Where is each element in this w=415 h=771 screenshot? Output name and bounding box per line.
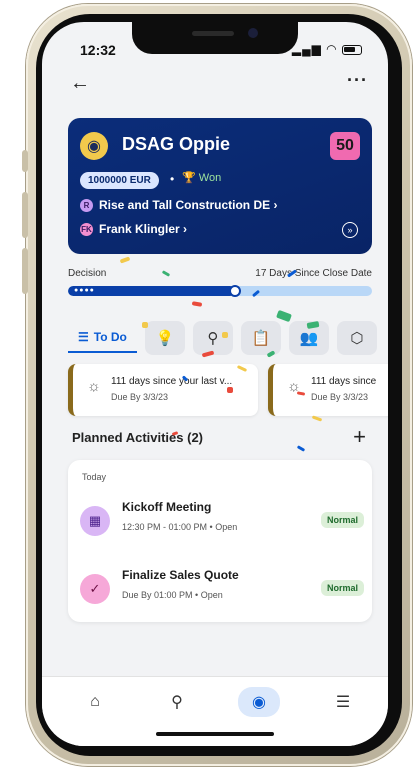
home-icon[interactable]: ⌂ — [80, 687, 110, 717]
cube-icon[interactable]: ⬡ — [336, 321, 377, 355]
confetti-piece — [296, 445, 306, 452]
trophy-icon: 🏆 — [182, 172, 196, 184]
activity-item[interactable]: ▦ Kickoff Meeting 12:30 PM - 01:00 PM • … — [80, 500, 364, 544]
opportunity-title: DSAG Oppie — [122, 134, 231, 154]
volume-up-button — [22, 192, 28, 238]
task-icon: ✓ — [80, 574, 110, 604]
sales-stage-progress — [68, 286, 372, 296]
add-icon[interactable]: + — [353, 424, 366, 450]
progress-steps: ●●●● — [74, 287, 95, 294]
app-screen: 12:32 ▂▄▆ ◠ ← ··· ◉ DSAG Oppie 50 100000… — [42, 22, 388, 746]
tab-todo[interactable]: ☰ To Do — [68, 323, 137, 353]
score-badge: 50 — [330, 132, 360, 160]
contact-link[interactable]: FK Frank Klingler › — [80, 222, 187, 236]
todo-text: 111 days since your last v... — [111, 376, 233, 387]
wifi-icon: ◠ — [326, 42, 338, 56]
priority-badge: Normal — [320, 580, 364, 596]
calendar-icon: ▦ — [80, 506, 110, 536]
amount-badge: 1000000 EUR — [80, 172, 159, 189]
camera — [248, 28, 258, 38]
status-label: Won — [198, 172, 222, 184]
confetti-piece — [222, 332, 228, 338]
company-icon: R — [80, 198, 93, 212]
lightbulb-icon[interactable]: 💡 — [144, 321, 185, 355]
priority-badge: Normal — [320, 512, 364, 528]
todo-due: Due By 3/3/23 — [311, 392, 369, 402]
separator-dot: • — [170, 172, 175, 186]
confetti-piece — [191, 301, 203, 307]
more-horizontal-icon[interactable]: ··· — [347, 70, 368, 91]
company-name: Rise and Tall Construction DE › — [99, 198, 278, 212]
lightbulb-icon: ☼ — [87, 378, 101, 395]
confetti-piece — [161, 270, 171, 277]
contact-icon: FK — [80, 222, 93, 236]
todo-text: 111 days since — [311, 376, 377, 387]
opportunity-card: ◉ DSAG Oppie 50 1000000 EUR • 🏆 Won R Ri… — [68, 118, 372, 254]
activity-item[interactable]: ✓ Finalize Sales Quote Due By 01:00 PM •… — [80, 568, 364, 612]
activity-details: Due By 01:00 PM • Open — [122, 590, 223, 600]
activities-card: Today ▦ Kickoff Meeting 12:30 PM - 01:00… — [68, 460, 372, 622]
confetti-piece — [227, 387, 233, 393]
activity-title: Kickoff Meeting — [122, 500, 212, 514]
confetti-piece — [142, 322, 148, 328]
todo-due: Due By 3/3/23 — [111, 392, 169, 402]
section-today: Today — [82, 472, 107, 482]
decision-label: Decision — [68, 268, 107, 279]
checklist-icon: ☰ — [78, 330, 89, 344]
since-close-label: 17 Days Since Close Date — [255, 268, 372, 279]
home-indicator — [156, 732, 274, 736]
speaker — [192, 31, 234, 36]
planned-activities-title: Planned Activities (2) — [72, 430, 203, 445]
status-won: 🏆 Won — [182, 171, 221, 184]
signal-icon: ▂▄▆ — [291, 42, 322, 56]
menu-icon[interactable]: ☰ — [328, 687, 358, 717]
mute-switch — [22, 150, 28, 172]
tab-bar: ☰ To Do 💡 ⚲ 📋 👥 ⬡ — [68, 316, 388, 360]
status-time: 12:32 — [80, 42, 116, 58]
company-link[interactable]: R Rise and Tall Construction DE › — [80, 198, 277, 212]
status-icons: ▂▄▆ ◠ — [292, 42, 362, 56]
clipboard-icon[interactable]: 📋 — [240, 321, 281, 355]
opportunity-icon: ◉ — [80, 132, 108, 160]
contact-name: Frank Klingler › — [99, 222, 188, 236]
tab-todo-label: To Do — [93, 330, 127, 344]
map-pin-icon[interactable]: ⚲ — [192, 321, 233, 355]
activity-details: 12:30 PM - 01:00 PM • Open — [122, 522, 238, 532]
todo-card[interactable]: ☼ 111 days since Due By 3/3/23 — [268, 364, 388, 416]
notch — [132, 22, 298, 54]
confetti-piece — [119, 256, 131, 264]
activity-title: Finalize Sales Quote — [122, 568, 239, 582]
opportunity-nav-icon[interactable]: ◉ — [238, 687, 280, 717]
search-icon[interactable]: ⚲ — [162, 687, 192, 717]
volume-down-button — [22, 248, 28, 294]
chevron-right-circle-icon[interactable]: » — [342, 222, 358, 238]
arrow-left-icon[interactable]: ← — [70, 72, 90, 95]
battery-icon — [342, 44, 362, 55]
